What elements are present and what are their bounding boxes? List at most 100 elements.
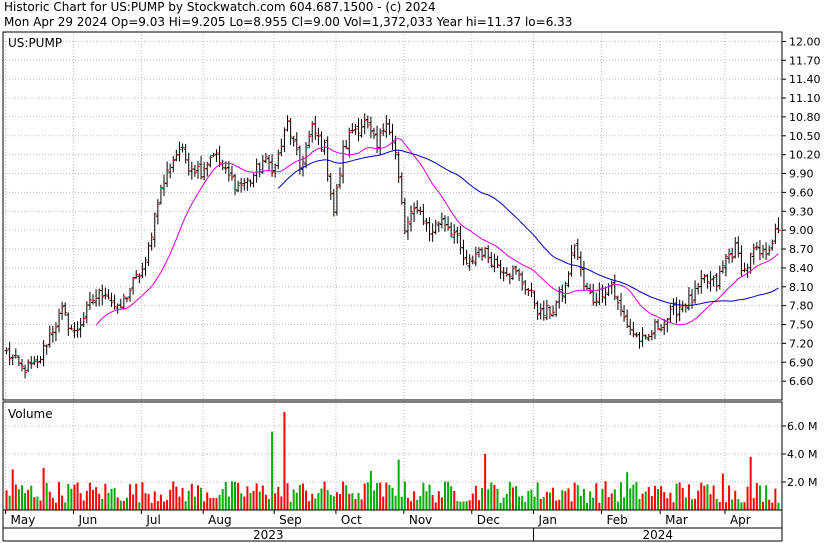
ohlc-bar — [572, 244, 577, 259]
ohlc-bar — [143, 256, 148, 277]
ohlc-bar — [761, 244, 766, 259]
ohlc-bar — [569, 244, 574, 277]
ohlc-bar — [365, 115, 370, 129]
price-tick-label: 9.60 — [789, 186, 814, 199]
ohlc-bar — [702, 273, 707, 284]
ohlc-bar — [63, 302, 68, 316]
ohlc-bar — [50, 325, 55, 343]
ohlc-bar — [671, 298, 676, 316]
ohlc-bar — [446, 216, 451, 231]
price-tick-label: 9.90 — [789, 168, 814, 181]
ohlc-bar — [594, 292, 599, 307]
ohlc-bar — [412, 202, 417, 223]
price-tick-label: 10.80 — [789, 111, 821, 124]
ohlc-bar — [396, 151, 401, 183]
ohlc-bar — [69, 324, 74, 331]
volume-tick-label: 2.0 M — [787, 476, 817, 489]
ohlc-bar — [81, 312, 86, 327]
ohlc-bar — [767, 245, 772, 256]
ohlc-bar — [87, 291, 92, 310]
ohlc-bar — [149, 232, 154, 251]
price-tick-label: 8.40 — [789, 262, 814, 275]
ohlc-bar — [242, 178, 247, 191]
ohlc-bar — [714, 273, 719, 292]
ohlc-bar — [257, 162, 262, 178]
month-label: Nov — [409, 513, 432, 527]
ohlc-bar — [606, 283, 611, 297]
ohlc-bar — [517, 268, 522, 281]
chart-frames — [2, 31, 783, 542]
ohlc-bar — [733, 237, 738, 259]
axis-labels: 12.00 11.70 11.40 11.10 10.80 10.50 10.20 9.90 9… — [11, 35, 821, 542]
ohlc-bar — [78, 317, 83, 338]
ohlc-bar — [174, 149, 179, 162]
price-tick-label: 6.90 — [789, 356, 814, 369]
month-label: Feb — [606, 513, 627, 527]
ohlc-bar — [381, 123, 386, 137]
ohlc-bar — [717, 265, 722, 290]
ohlc-bar — [211, 152, 216, 158]
ohlc-bar — [266, 155, 271, 172]
ohlc-bar — [23, 364, 28, 379]
price-panel-frame — [2, 31, 783, 401]
ohlc-bar — [674, 297, 679, 324]
ohlc-bar — [745, 263, 750, 278]
month-label: Apr — [730, 513, 751, 527]
ohlc-bar — [625, 309, 630, 329]
ohlc-bar — [338, 167, 343, 189]
price-tick-label: 7.50 — [789, 319, 814, 332]
ohlc-bar — [109, 292, 114, 308]
ohlc-bar — [535, 300, 540, 320]
ohlc-bar — [356, 117, 361, 142]
ohlc-bar — [183, 143, 188, 164]
ohlc-bar — [736, 236, 741, 258]
ohlc-bar — [409, 205, 414, 232]
ohlc-bar — [455, 226, 460, 244]
ohlc-bar — [285, 115, 290, 132]
ohlc-bar — [208, 155, 213, 168]
ohlc-bar — [226, 161, 231, 182]
ohlc-bar — [612, 274, 617, 301]
ohlc-bar — [19, 358, 24, 372]
ohlc-bar — [359, 118, 364, 138]
volume-tick-label: 4.0 M — [787, 448, 817, 461]
ohlc-bar — [757, 240, 762, 261]
ohlc-bar — [405, 216, 410, 241]
ohlc-bar — [112, 294, 117, 310]
price-tick-label: 10.50 — [789, 130, 821, 143]
ohlc-bar — [421, 203, 426, 226]
ohlc-bar — [84, 301, 89, 324]
ohlc-bar — [26, 359, 31, 372]
ohlc-bar — [134, 270, 139, 279]
ohlc-bar — [47, 325, 52, 348]
month-label: Jan — [538, 513, 558, 527]
ohlc-bar — [696, 282, 701, 295]
ohlc-bar — [325, 136, 330, 182]
price-tick-label: 7.80 — [789, 300, 814, 313]
ohlc-bar — [523, 279, 528, 295]
ohlc-bar — [711, 275, 716, 287]
ohlc-bar — [439, 212, 444, 229]
ohlc-bar — [662, 318, 667, 336]
price-tick-label: 11.40 — [789, 73, 821, 86]
ohlc-bar — [433, 219, 438, 235]
ohlc-bar — [75, 321, 80, 338]
ohlc-bar — [492, 253, 497, 273]
ohlc-bar — [418, 206, 423, 216]
ohlc-bar — [427, 217, 432, 242]
ohlc-bar — [350, 123, 355, 134]
price-tick-label: 11.10 — [789, 92, 821, 105]
ohlc-bar — [57, 308, 62, 333]
ohlc-bar — [177, 141, 182, 162]
ohlc-bar — [131, 276, 136, 295]
symbol-label: US:PUMP — [8, 36, 62, 50]
ohlc-bar — [486, 245, 491, 264]
ohlc-bar — [390, 123, 395, 150]
ohlc-bar — [313, 115, 318, 141]
ohlc-bar — [60, 301, 65, 320]
ohlc-bar — [727, 248, 732, 264]
ohlc-bar — [640, 327, 645, 347]
ohlc-bar — [442, 215, 447, 232]
ohlc-bar — [504, 267, 509, 277]
ohlc-bar — [165, 161, 170, 188]
